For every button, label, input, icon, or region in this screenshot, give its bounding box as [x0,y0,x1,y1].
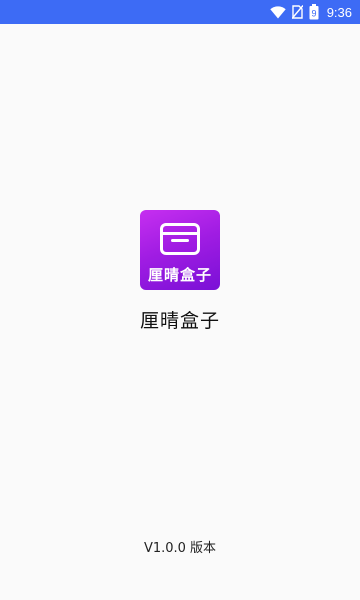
wifi-icon [269,5,286,19]
box-slot [171,239,189,242]
app-logo: 厘晴盒子 [140,210,220,290]
app-name: 厘晴盒子 [139,310,220,332]
status-time: 9:36 [326,4,352,20]
no-sim-icon [291,5,303,19]
splash-screen: 9 9:36 厘晴盒子 厘晴盒子 V1.0.0 版本 [0,0,360,600]
battery-icon: 9 [309,4,319,20]
battery-level-text: 9 [311,9,316,19]
status-bar: 9 9:36 [0,0,360,24]
logo-text: 厘晴盒子 [147,266,212,284]
version-label: V1.0.0 版本 [143,541,217,556]
